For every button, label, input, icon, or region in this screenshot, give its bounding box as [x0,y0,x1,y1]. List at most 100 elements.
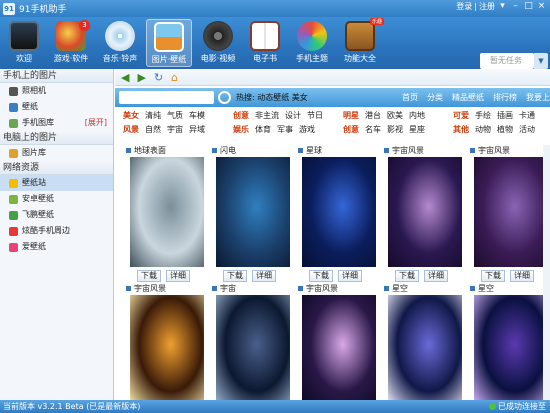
category-link[interactable]: 娱乐 [233,125,249,134]
sidebar-item-picture-library[interactable]: 图片库 [0,145,113,161]
nav-link-premium[interactable]: 精品壁纸 [452,92,484,103]
task-status-field[interactable]: 暂无任务 [480,53,534,69]
category-row: 其他 动物 植物 活动 [453,124,541,136]
category-link[interactable]: 植物 [497,125,513,134]
download-button[interactable]: 下载 [309,270,333,282]
sidebar-item-camera[interactable]: 照相机 [0,83,113,99]
category-row: 创意 非主流 设计 节日 [233,110,329,122]
nav-link-upload[interactable]: 我要上 [526,92,550,103]
category-link[interactable]: 明星 [343,111,359,120]
palette-icon [297,21,327,51]
category-link[interactable]: 节日 [307,111,323,120]
wallpaper-title: 宇宙风景 [383,145,467,156]
nav-link-category[interactable]: 分类 [427,92,443,103]
category-link[interactable]: 插画 [497,111,513,120]
wallpaper-thumbnail[interactable] [130,295,204,405]
toolbar-phone-theme-button[interactable]: 手机主题 [289,19,335,67]
sidebar-item-feipeng-wallpaper[interactable]: 飞鹏壁纸 [0,207,113,223]
category-link[interactable]: 创意 [233,111,249,120]
wallpaper-thumbnail[interactable] [474,157,548,267]
forward-arrow-icon[interactable]: ▶ [137,71,145,84]
download-button[interactable]: 下载 [137,270,161,282]
category-link[interactable]: 异域 [189,125,205,134]
category-link[interactable]: 内地 [409,111,425,120]
back-arrow-icon[interactable]: ◀ [121,71,129,84]
detail-button[interactable]: 详细 [252,270,276,282]
detail-button[interactable]: 详细 [510,270,534,282]
sidebar: 手机上的图片 照相机 壁纸 手机图库 [展开] 电脑上的图片 图片库 网络资源 … [0,69,114,400]
category-link[interactable]: 气质 [167,111,183,120]
category-link[interactable]: 其他 [453,125,469,134]
category-link[interactable]: 风景 [123,125,139,134]
category-link[interactable]: 动物 [475,125,491,134]
search-icon[interactable] [218,91,231,104]
wallpaper-thumbnail[interactable] [302,157,376,267]
sidebar-item-phone-gallery[interactable]: 手机图库 [展开] [0,115,113,131]
toolbar-movie-video-button[interactable]: 电影·视频 [195,19,241,67]
close-icon[interactable]: × [536,1,547,12]
wallpaper-thumbnail[interactable] [388,295,462,405]
category-link[interactable]: 清纯 [145,111,161,120]
category-link[interactable]: 创意 [343,125,359,134]
wallpaper-thumbnail[interactable] [302,295,376,405]
detail-button[interactable]: 详细 [338,270,362,282]
toolbar-pictures-wallpaper-button[interactable]: 图片·壁纸 [146,19,192,67]
wallpaper-thumbnail[interactable] [130,157,204,267]
category-link[interactable]: 活动 [519,125,535,134]
toolbar-welcome-button[interactable]: 欢迎 [3,19,45,67]
scrollbar[interactable] [543,145,550,400]
category-link[interactable]: 非主流 [255,111,279,120]
download-button[interactable]: 下载 [223,270,247,282]
category-link[interactable]: 自然 [145,125,161,134]
register-link[interactable]: 注册 [479,1,495,12]
toolbar-games-apps-button[interactable]: 3 游戏·软件 [48,19,94,67]
wallpaper-search-input[interactable] [119,91,214,104]
detail-button[interactable]: 详细 [424,270,448,282]
category-link[interactable]: 车模 [189,111,205,120]
login-link[interactable]: 登录 [456,1,472,12]
category-link[interactable]: 设计 [285,111,301,120]
home-icon[interactable]: ⌂ [171,71,178,84]
category-link[interactable]: 港台 [365,111,381,120]
category-link[interactable]: 军事 [277,125,293,134]
wallpaper-card: 星空 [469,283,550,405]
detail-button[interactable]: 详细 [166,270,190,282]
category-link[interactable]: 星座 [409,125,425,134]
nav-link-home[interactable]: 首页 [402,92,418,103]
category-link[interactable]: 影视 [387,125,403,134]
minimize-icon[interactable]: – [510,1,521,12]
category-link[interactable]: 美女 [123,111,139,120]
toolbar-ebook-button[interactable]: 电子书 [244,19,286,67]
wallpaper-thumbnail[interactable] [216,295,290,405]
category-link[interactable]: 游戏 [299,125,315,134]
wallpaper-thumbnail[interactable] [474,295,548,405]
chevron-down-icon[interactable]: ▼ [534,53,548,69]
hot-search-label: 热搜: [236,93,255,102]
wallpaper-thumbnail[interactable] [388,157,462,267]
sidebar-item-wallpaper[interactable]: 壁纸 [0,99,113,115]
nav-link-ranking[interactable]: 排行榜 [493,92,517,103]
category-link[interactable]: 卡通 [519,111,535,120]
refresh-icon[interactable]: ↻ [154,71,163,84]
toolbar-features-button[interactable]: 乐趣 功能大全 [338,18,384,67]
category-link[interactable]: 可爱 [453,111,469,120]
toolbar-music-ringtone-button[interactable]: 音乐·铃声 [97,19,143,67]
sidebar-item-wallpaper-site[interactable]: 壁纸站 [0,175,113,191]
category-link[interactable]: 名车 [365,125,381,134]
skin-icon[interactable]: ▾ [497,1,508,12]
sidebar-item-cool-phone-accessories[interactable]: 炫酷手机周边 [0,223,113,239]
maximize-icon[interactable]: □ [523,1,534,12]
wallpaper-card: 宇宙风景 [297,283,381,405]
category-link[interactable]: 体育 [255,125,271,134]
wallpaper-thumbnail[interactable] [216,157,290,267]
category-row: 美女 清纯 气质 车模 [123,110,211,122]
hot-search-terms[interactable]: 动态壁纸 美女 [257,93,308,102]
expand-link[interactable]: [展开] [85,115,107,131]
download-button[interactable]: 下载 [481,270,505,282]
category-link[interactable]: 欧美 [387,111,403,120]
sidebar-item-love-wallpaper[interactable]: 爱壁纸 [0,239,113,255]
download-button[interactable]: 下载 [395,270,419,282]
category-link[interactable]: 宇宙 [167,125,183,134]
sidebar-item-android-wallpaper[interactable]: 安卓壁纸 [0,191,113,207]
category-link[interactable]: 手绘 [475,111,491,120]
